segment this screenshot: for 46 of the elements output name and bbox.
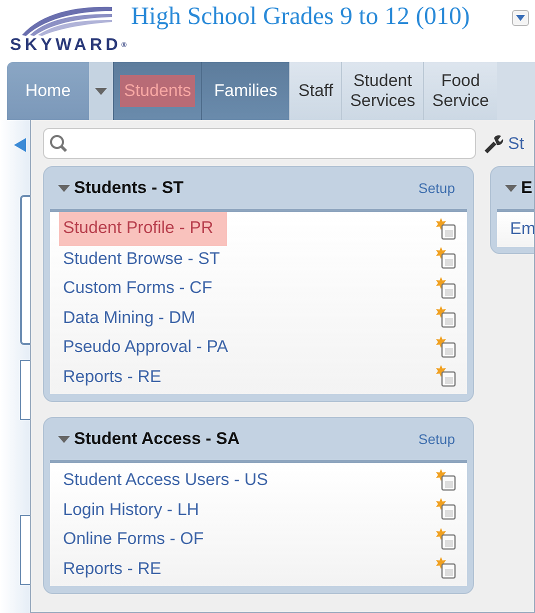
star-document-icon [435,365,457,388]
setup-link[interactable]: Setup [418,178,455,198]
menu-link[interactable]: Reports - RE [59,554,166,582]
caret-icon [95,88,107,94]
menu-link[interactable]: Reports - RE [59,362,166,390]
school-dropdown-button[interactable] [512,10,529,26]
star-document-icon [435,557,457,580]
nav-tab[interactable]: Families [201,62,290,120]
card-title: Students - ST [74,177,184,200]
caret-icon [516,15,525,21]
menu-link[interactable]: Student Profile - PR [59,212,228,246]
star-document-icon [435,306,457,328]
menu-link[interactable]: Student Access Users - US [59,466,272,494]
star-document-icon [435,247,457,270]
nav-tab[interactable]: Food Service [423,62,497,120]
search-icon [49,134,68,153]
panel-edge [20,360,30,420]
card-title: Student Access - SA [74,428,240,450]
star-document-icon [435,336,457,358]
menu-link[interactable]: Pseudo Approval - PA [59,333,232,360]
collapse-triangle-icon[interactable] [58,436,70,442]
nav-tab[interactable]: Home [7,62,89,120]
dropdown-button[interactable] [89,62,113,120]
menu-link[interactable]: Login History - LH [59,496,204,523]
setup-link[interactable]: Setup [418,428,455,450]
school-title: High School Grades 9 to 12 (010) [131,3,470,31]
star-document-icon [435,498,457,520]
menu-link[interactable]: Student Browse - ST [59,244,224,272]
left-arrow-icon [14,138,26,152]
side-link[interactable]: St [508,130,524,156]
star-document-icon [435,276,457,299]
collapse-triangle-icon[interactable] [505,184,517,192]
search-field[interactable] [43,128,476,159]
panel-edge [20,515,30,585]
star-document-icon [435,218,457,240]
nav-tab[interactable]: Student Services [341,62,424,120]
collapse-triangle-icon[interactable] [58,184,70,192]
star-document-icon [435,528,457,550]
card-title: E [521,177,532,200]
wrench-icon [484,134,504,154]
logo-text: SKYWARD$^{®}$ [10,36,127,53]
menu-link[interactable]: Data Mining - DM [59,304,200,331]
menu-link[interactable]: Custom Forms - CF [59,274,216,302]
star-document-icon [435,468,457,491]
nav-tab[interactable]: Staff [289,62,342,120]
menu-link[interactable]: Online Forms - OF [59,525,208,552]
